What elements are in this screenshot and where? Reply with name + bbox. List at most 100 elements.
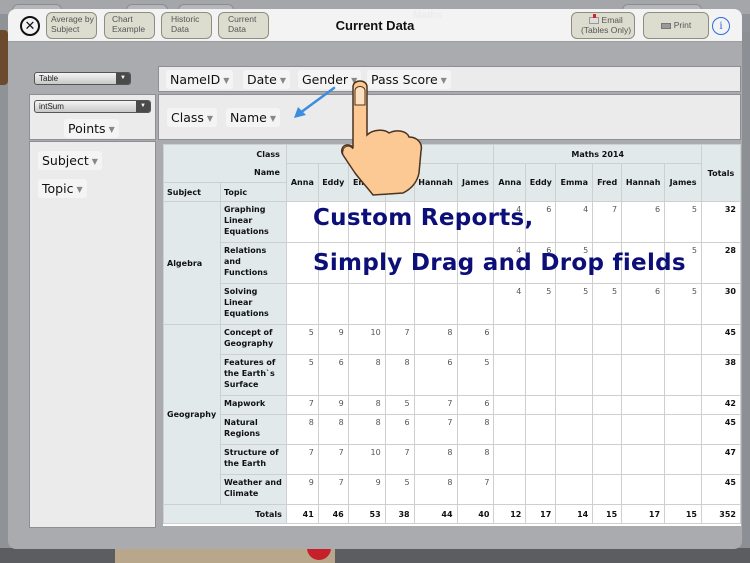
totals-column-header: Totals xyxy=(700,144,742,202)
pointing-hand-icon xyxy=(341,80,423,196)
chip-label: Subject xyxy=(42,153,89,168)
table-row: Structure of the Earth 7 7 10 7 8 8 47 xyxy=(164,444,742,475)
title-bar: Maths ✕ Average by Subject Chart Example… xyxy=(8,9,742,42)
column-total-cell: 41 xyxy=(285,504,319,524)
value-cell xyxy=(493,324,527,355)
field-chip-class[interactable]: Class ▼ xyxy=(167,108,218,127)
value-cell: 7 xyxy=(413,395,458,415)
chevron-down-icon: ▼ xyxy=(440,76,447,85)
pivot-table: Class 14 Maths 2014 Totals Name Anna Edd… xyxy=(163,144,742,524)
overlay-headline-line2: Simply Drag and Drop fields xyxy=(313,250,686,276)
value-cell xyxy=(317,283,349,325)
header-label: Maths 2014 xyxy=(571,149,625,159)
header-label: James xyxy=(669,178,697,187)
chevron-down-icon: ▼ xyxy=(279,76,287,85)
field-chip-topic[interactable]: Topic ▼ xyxy=(38,179,87,198)
header-label: Name xyxy=(254,168,280,178)
column-total-cell: 40 xyxy=(456,504,495,524)
value-cell xyxy=(525,444,557,475)
value-cell xyxy=(592,474,623,505)
header-label: James xyxy=(462,178,489,187)
value-cell xyxy=(347,283,386,325)
value-cell: 6 xyxy=(384,414,415,445)
value-cell: 4 xyxy=(493,283,527,325)
chip-label: NameID xyxy=(170,72,221,87)
row-total-cell: 45 xyxy=(700,324,742,355)
column-total-cell: 46 xyxy=(317,504,349,524)
info-button[interactable]: i xyxy=(712,17,730,35)
chip-label: Class xyxy=(171,110,204,125)
value-cell: 6 xyxy=(621,201,666,243)
value-cell: 7 xyxy=(384,444,415,475)
row-total-cell: 45 xyxy=(700,474,742,505)
chevron-down-icon: ▼ xyxy=(223,76,230,85)
column-total-cell: 15 xyxy=(592,504,623,524)
totals-row-label: Totals xyxy=(163,504,287,524)
value-cell: 5 xyxy=(285,354,319,396)
value-cell: 8 xyxy=(285,414,319,445)
topic-cell: Concept of Geography xyxy=(219,324,287,355)
value-cell: 5 xyxy=(384,395,415,415)
value-cell xyxy=(555,444,594,475)
aggregate-select[interactable]: intSum ▼ xyxy=(34,100,151,113)
chip-label: Name xyxy=(230,110,267,125)
row-total-cell: 45 xyxy=(700,414,742,445)
value-cell xyxy=(555,474,594,505)
view-type-select[interactable]: Table ▼ xyxy=(34,72,131,85)
value-cell: 10 xyxy=(347,444,386,475)
field-chip-nameid[interactable]: NameID ▼ xyxy=(166,70,234,89)
value-cell: 8 xyxy=(384,354,415,396)
value-cell: 8 xyxy=(347,395,386,415)
value-cell xyxy=(555,395,594,415)
value-cell xyxy=(592,324,623,355)
header-label: Emma xyxy=(560,178,589,187)
subject-cell: Algebra xyxy=(163,201,221,325)
topic-cell: Solving Linear Equations xyxy=(219,283,287,325)
value-cell: 7 xyxy=(317,444,349,475)
value-cell: 10 xyxy=(347,324,386,355)
field-chip-date[interactable]: Date ▼ xyxy=(243,70,291,89)
field-chip-name[interactable]: Name ▼ xyxy=(226,108,281,127)
value-cell: 8 xyxy=(317,414,349,445)
name-header: Emma xyxy=(555,163,594,202)
view-type-value: Table xyxy=(39,74,59,83)
chip-label: Topic xyxy=(42,181,74,196)
value-cell xyxy=(621,324,666,355)
value-cell xyxy=(525,324,557,355)
value-cell: 9 xyxy=(285,474,319,505)
chevron-down-icon: ▼ xyxy=(206,114,214,123)
value-cell xyxy=(384,283,415,325)
value-cell: 9 xyxy=(347,474,386,505)
column-total-cell: 17 xyxy=(525,504,557,524)
value-cell xyxy=(664,444,702,475)
value-cell xyxy=(555,414,594,445)
value-cell xyxy=(413,283,458,325)
background-sidebar-tab xyxy=(0,30,8,85)
field-chip-points[interactable]: Points ▼ xyxy=(64,119,119,138)
value-cell xyxy=(621,395,666,415)
name-header: Fred xyxy=(592,163,623,202)
value-cell: 8 xyxy=(456,444,495,475)
field-chip-subject[interactable]: Subject ▼ xyxy=(38,151,102,170)
value-cell: 5 xyxy=(384,474,415,505)
table-row: Solving Linear Equations 4 5 5 5 6 5 30 xyxy=(164,283,742,325)
value-cell: 5 xyxy=(285,324,319,355)
email-button[interactable]: Email (Tables Only) xyxy=(571,12,635,39)
chevron-down-icon: ▼ xyxy=(116,73,130,84)
corner-class-label: Class xyxy=(163,144,287,164)
value-cell: 7 xyxy=(285,444,319,475)
value-cell xyxy=(621,474,666,505)
table-row: Weather and Climate 9 7 9 5 8 7 45 xyxy=(164,474,742,505)
value-cell: 6 xyxy=(456,395,495,415)
value-cell xyxy=(525,414,557,445)
table-row: Geography Concept of Geography 5 9 10 7 8 6 45 xyxy=(163,324,742,505)
email-icon xyxy=(589,14,600,25)
value-cell: 4 xyxy=(555,201,594,243)
value-cell xyxy=(621,414,666,445)
overlay-headline-line1: Custom Reports, xyxy=(313,205,534,231)
info-icon: i xyxy=(719,18,723,32)
chevron-down-icon: ▼ xyxy=(76,185,83,194)
value-cell: 6 xyxy=(456,324,495,355)
topic-cell: Graphing Linear Equations xyxy=(219,201,287,243)
print-button[interactable]: Print xyxy=(643,12,709,39)
